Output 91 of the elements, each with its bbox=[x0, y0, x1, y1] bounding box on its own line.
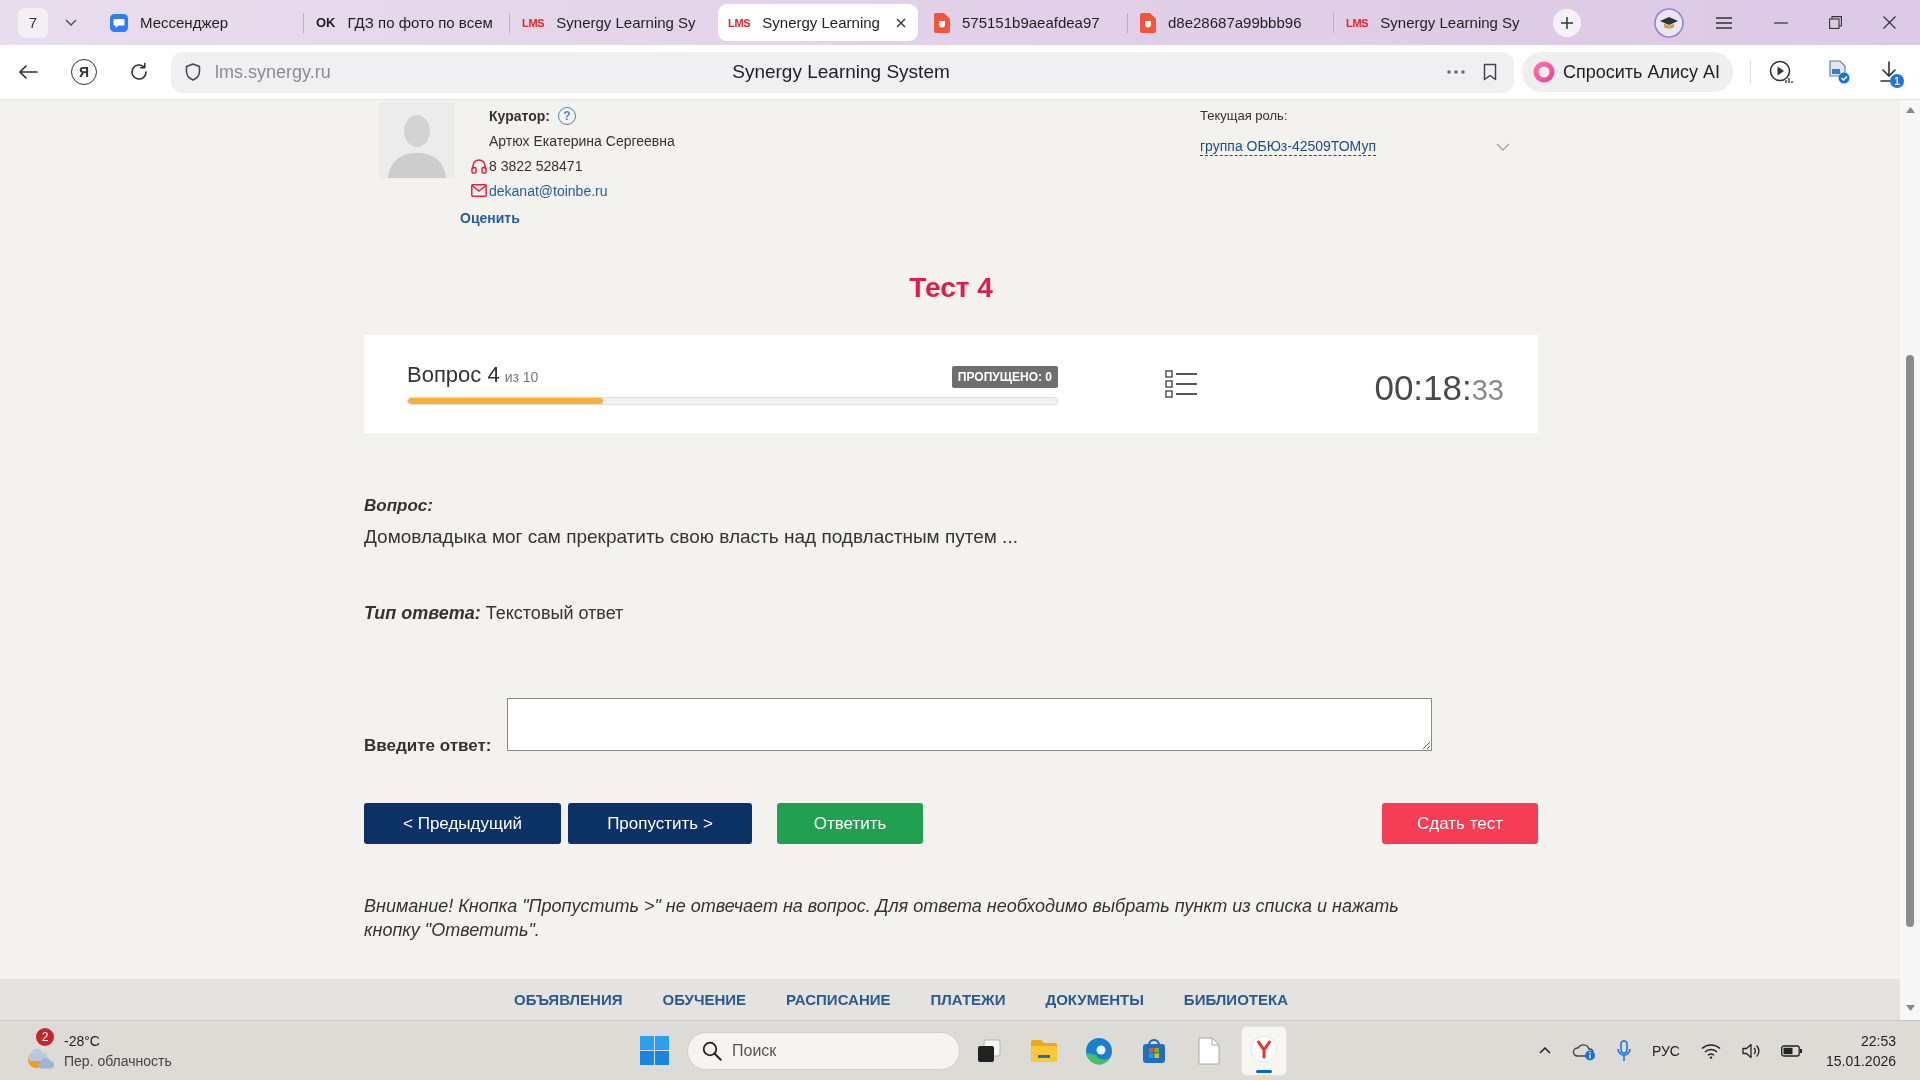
site-logo: LMS bbox=[728, 15, 751, 30]
browser-tab[interactable]: LMS Synergy Learning Sy bbox=[512, 4, 712, 41]
bookmark-icon[interactable] bbox=[1483, 63, 1497, 81]
browser-tab[interactable]: Мессенджер bbox=[100, 4, 300, 41]
answer-field[interactable] bbox=[507, 698, 1432, 751]
skipped-counter: ПРОПУЩЕНО: 0 bbox=[951, 365, 1058, 388]
scroll-up-icon[interactable] bbox=[1905, 107, 1915, 113]
finish-test-button[interactable]: Сдать тест bbox=[1382, 803, 1538, 844]
chat-bubble-icon bbox=[110, 13, 128, 32]
rate-link[interactable]: Оценить bbox=[460, 209, 520, 226]
menu-icon[interactable] bbox=[1716, 16, 1732, 29]
browser-tab[interactable]: LMS Synergy Learning bbox=[718, 4, 918, 41]
chevron-up-icon[interactable] bbox=[1538, 1047, 1551, 1054]
battery-icon[interactable] bbox=[1780, 1043, 1803, 1058]
browser-tab[interactable]: OK ГДЗ по фото по всем bbox=[306, 4, 506, 41]
back-icon[interactable] bbox=[18, 64, 38, 80]
question-total: из 10 bbox=[504, 368, 539, 385]
language-indicator[interactable]: РУС bbox=[1651, 1042, 1680, 1059]
question-label: Вопрос: bbox=[364, 496, 433, 515]
search-input[interactable]: Поиск bbox=[732, 1041, 932, 1060]
scroll-down-icon[interactable] bbox=[1905, 1005, 1915, 1011]
temperature-text: -28°C bbox=[64, 1031, 101, 1051]
list-icon[interactable] bbox=[1165, 370, 1197, 398]
swirl-icon[interactable] bbox=[1085, 1036, 1113, 1065]
speaker-icon[interactable] bbox=[1741, 1042, 1760, 1059]
restore-icon[interactable] bbox=[1829, 16, 1842, 29]
answer-type-value: Текстовый ответ bbox=[485, 602, 624, 625]
shopping-bag-icon[interactable] bbox=[1140, 1036, 1168, 1065]
answer-label: Введите ответ: bbox=[364, 736, 493, 756]
clock-time[interactable]: 22:53 bbox=[1825, 1030, 1896, 1051]
notification-badge: 2 bbox=[36, 1027, 54, 1046]
notification-badge: 1 bbox=[1890, 74, 1904, 88]
test-title: Тест 4 bbox=[909, 272, 993, 303]
search-bar[interactable]: Поиск bbox=[687, 1031, 960, 1070]
timer-text: 00:18: bbox=[1374, 368, 1472, 408]
site-logo: LMS bbox=[522, 15, 545, 30]
envelope-icon bbox=[471, 184, 487, 197]
document-icon bbox=[1140, 12, 1156, 33]
shield-icon bbox=[185, 63, 201, 81]
navigation-button[interactable]: Пропустить > bbox=[568, 803, 752, 844]
graduation-cap-icon[interactable] bbox=[1654, 7, 1684, 38]
stacked-squares-icon[interactable] bbox=[975, 1036, 1003, 1065]
address-bar[interactable]: lms.synergy.ru Synergy Learning System bbox=[171, 51, 1514, 93]
footer-nav-link[interactable]: БИБЛИОТЕКА bbox=[1183, 991, 1288, 1020]
role-link[interactable]: группа ОБЮз-42509ТОМуп bbox=[1200, 138, 1377, 156]
browser-tab[interactable]: LMS Synergy Learning Sy bbox=[1336, 4, 1536, 41]
site-logo: LMS bbox=[1346, 15, 1369, 30]
footer-nav-link[interactable]: ПЛАТЕЖИ bbox=[930, 991, 1006, 1020]
page-title: Synergy Learning System bbox=[732, 61, 950, 83]
timer-seconds: 33 bbox=[1471, 374, 1504, 407]
ring-icon bbox=[1533, 61, 1555, 83]
microphone-icon[interactable] bbox=[1616, 1039, 1631, 1062]
minimize-icon[interactable] bbox=[1774, 21, 1788, 24]
y-shape-icon[interactable] bbox=[1241, 1025, 1287, 1076]
footer-nav-link[interactable]: ДОКУМЕНТЫ bbox=[1045, 991, 1144, 1020]
footer-nav-link[interactable]: ОБЪЯВЛЕНИЯ bbox=[514, 991, 623, 1020]
plus-icon[interactable] bbox=[1553, 8, 1581, 37]
scrollbar-thumb[interactable] bbox=[1906, 355, 1914, 927]
document-icon bbox=[934, 12, 950, 33]
weather-condition: Пер. облачность bbox=[64, 1051, 172, 1071]
email-link[interactable]: dekanat@toinbe.ru bbox=[489, 182, 608, 199]
document-check-icon[interactable] bbox=[1828, 60, 1850, 84]
site-logo: OK bbox=[316, 15, 336, 30]
address-text: lms.synergy.ru bbox=[215, 61, 331, 83]
reload-icon[interactable] bbox=[129, 62, 149, 82]
assistant-button[interactable]: Спросить Алису AI bbox=[1522, 52, 1733, 92]
wifi-icon[interactable] bbox=[1700, 1042, 1721, 1059]
curator-label: Куратор: bbox=[489, 107, 550, 124]
answer-type-label: Тип ответа: bbox=[364, 602, 481, 625]
tab-counter[interactable]: 7 bbox=[18, 7, 48, 38]
headphones-icon bbox=[471, 157, 487, 174]
clock-date[interactable]: 15.01.2026 bbox=[1825, 1050, 1896, 1071]
curator-name: Артюх Екатерина Сергеевна bbox=[489, 132, 675, 149]
footer-nav-link[interactable]: РАСПИСАНИЕ bbox=[786, 991, 891, 1020]
close-icon[interactable] bbox=[896, 17, 906, 28]
browser-tab[interactable]: 575151b9aeafdea97 bbox=[924, 4, 1124, 41]
chevron-down-icon[interactable] bbox=[65, 19, 77, 26]
role-label: Текущая роль: bbox=[1200, 107, 1288, 123]
more-icon[interactable] bbox=[1447, 70, 1465, 74]
question-text: Домовладыка мог сам прекратить свою власть над подвластным путем ... bbox=[364, 526, 1018, 547]
play-icon[interactable] bbox=[1769, 60, 1793, 84]
footer-nav-link[interactable]: ОБУЧЕНИЕ bbox=[662, 991, 747, 1020]
four-squares-icon[interactable] bbox=[640, 1036, 669, 1065]
phone-number: 8 3822 528471 bbox=[489, 157, 583, 174]
browser-tab[interactable]: d8e28687a99bbb96 bbox=[1130, 4, 1330, 41]
question-number: Вопрос 4 bbox=[407, 361, 500, 388]
download-icon[interactable] bbox=[1879, 61, 1899, 83]
navigation-button[interactable]: < Предыдущий bbox=[364, 803, 561, 844]
close-icon[interactable] bbox=[1883, 16, 1896, 29]
search-icon bbox=[702, 1040, 722, 1061]
notice-text: Внимание! Кнопка "Пропустить >" не отвечает на вопрос. Для ответа необходимо выбрать пункт из списка и нажать кнопку "Ответить". bbox=[364, 896, 1399, 940]
